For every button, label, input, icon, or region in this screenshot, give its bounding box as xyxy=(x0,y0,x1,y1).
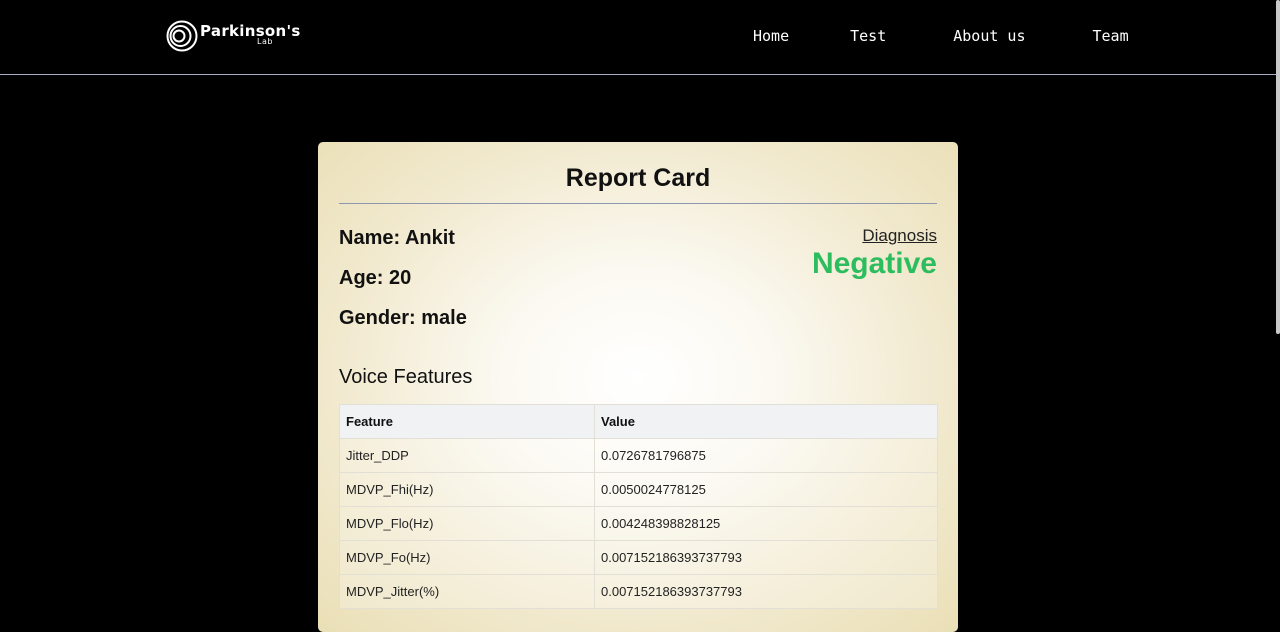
scrollbar-thumb[interactable] xyxy=(1276,0,1280,334)
diagnosis-value: Negative xyxy=(811,247,937,280)
feature-cell: MDVP_Flo(Hz) xyxy=(339,506,595,541)
value-cell: 0.007152186393737793 xyxy=(594,540,938,575)
logo-title: Parkinson's xyxy=(200,22,301,40)
voice-features-title: Voice Features xyxy=(339,366,473,388)
logo-text: Parkinson's Lab xyxy=(200,20,301,52)
value-cell: 0.004248398828125 xyxy=(594,506,938,541)
nav-links: Home Test About us Team xyxy=(753,26,1129,46)
page-scrollbar[interactable] xyxy=(1276,0,1280,617)
nav-link-home[interactable]: Home xyxy=(753,26,789,46)
patient-age: Age: 20 xyxy=(339,267,412,289)
table-header-value: Value xyxy=(594,404,938,439)
feature-cell: Jitter_DDP xyxy=(339,438,595,473)
table-row: MDVP_Fo(Hz) 0.007152186393737793 xyxy=(339,540,938,575)
value-cell: 0.0726781796875 xyxy=(594,438,938,473)
nav-link-about-us[interactable]: About us xyxy=(953,26,1025,46)
feature-cell: MDVP_Fo(Hz) xyxy=(339,540,595,575)
value-cell: 0.007152186393737793 xyxy=(594,574,938,609)
report-card: Report Card Name: Ankit Age: 20 Gender: … xyxy=(318,142,958,632)
voice-features-table: Feature Value Jitter_DDP 0.0726781796875… xyxy=(339,404,938,609)
table-header-feature: Feature xyxy=(339,404,595,439)
navbar: Parkinson's Lab Home Test About us Team xyxy=(0,0,1276,75)
patient-name: Name: Ankit xyxy=(339,227,455,249)
table-header-row: Feature Value xyxy=(339,404,938,439)
patient-gender: Gender: male xyxy=(339,307,467,329)
nav-link-test[interactable]: Test xyxy=(850,26,886,46)
logo-subtitle: Lab xyxy=(257,37,273,46)
diagnosis-label: Diagnosis xyxy=(862,226,937,245)
value-cell: 0.0050024778125 xyxy=(594,472,938,507)
logo[interactable]: Parkinson's Lab xyxy=(166,20,301,52)
table-row: MDVP_Jitter(%) 0.007152186393737793 xyxy=(339,574,938,609)
feature-cell: MDVP_Jitter(%) xyxy=(339,574,595,609)
report-card-title: Report Card xyxy=(565,164,711,192)
feature-cell: MDVP_Fhi(Hz) xyxy=(339,472,595,507)
table-row: MDVP_Fhi(Hz) 0.0050024778125 xyxy=(339,472,938,507)
concentric-circles-logo-icon xyxy=(166,20,198,52)
title-divider xyxy=(339,203,937,204)
table-row: Jitter_DDP 0.0726781796875 xyxy=(339,438,938,473)
nav-link-team[interactable]: Team xyxy=(1093,26,1129,46)
table-row: MDVP_Flo(Hz) 0.004248398828125 xyxy=(339,506,938,541)
